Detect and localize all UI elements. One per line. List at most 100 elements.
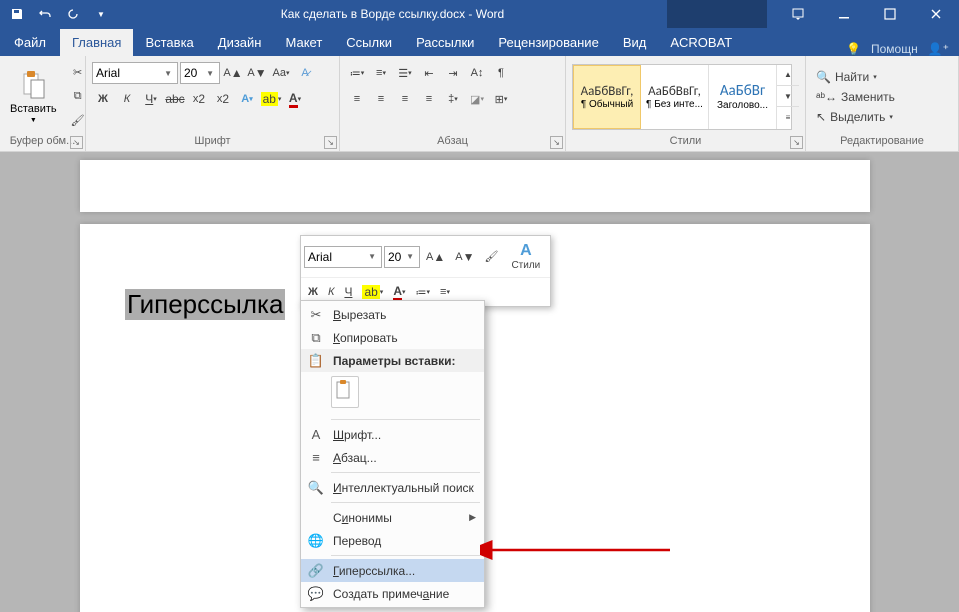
copy-icon: ⧉ xyxy=(307,329,325,347)
style-scroll-down[interactable]: ▼ xyxy=(777,86,799,107)
strikethrough-button[interactable]: abc xyxy=(164,88,186,110)
style-no-spacing[interactable]: АаБбВвГг, ¶ Без инте... xyxy=(641,65,709,129)
bold-button[interactable]: Ж xyxy=(92,88,114,110)
ctx-synonyms[interactable]: Синонимы▶ xyxy=(301,506,484,529)
borders-button[interactable]: ⊞▾ xyxy=(490,88,512,110)
bullets-button[interactable]: ≔▾ xyxy=(346,62,368,84)
ctx-hyperlink[interactable]: 🔗Гиперссылка... xyxy=(301,559,484,582)
style-normal[interactable]: АаБбВвГг, ¶ Обычный xyxy=(573,65,641,129)
tab-view[interactable]: Вид xyxy=(611,29,659,56)
show-marks-button[interactable]: ¶ xyxy=(490,62,512,84)
mini-toolbar: Arial▼ 20▼ A▲ A▼ 🖌 AСтили Ж К Ч ab▾ A▾ ≔… xyxy=(300,235,551,307)
translate-icon: 🌐 xyxy=(307,532,325,550)
font-size-combo[interactable]: 20▼ xyxy=(180,62,220,84)
paste-icon: 📋 xyxy=(307,352,325,370)
tab-insert[interactable]: Вставка xyxy=(133,29,205,56)
font-color-button[interactable]: A▾ xyxy=(284,88,306,110)
find-button[interactable]: 🔍Найти▾ xyxy=(812,68,899,86)
minimize-button[interactable] xyxy=(821,0,867,28)
replace-button[interactable]: ᵃᵇ↔Заменить xyxy=(812,88,899,106)
clear-formatting-button[interactable]: A̷ xyxy=(294,62,316,84)
align-center-button[interactable]: ≡ xyxy=(370,88,392,110)
styles-gallery[interactable]: АаБбВвГг, ¶ Обычный АаБбВвГг, ¶ Без инте… xyxy=(572,64,792,130)
mt-font-combo[interactable]: Arial▼ xyxy=(304,246,382,268)
paste-keep-source-button[interactable] xyxy=(331,376,359,408)
font-icon: A xyxy=(307,426,325,444)
tab-acrobat[interactable]: ACROBAT xyxy=(658,29,744,56)
ribbon-options-button[interactable] xyxy=(775,0,821,28)
decrease-indent-button[interactable]: ⇤ xyxy=(418,62,440,84)
separator xyxy=(331,472,480,473)
sort-button[interactable]: A↕ xyxy=(466,62,488,84)
subscript-button[interactable]: x2 xyxy=(188,88,210,110)
justify-button[interactable]: ≡ xyxy=(418,88,440,110)
group-font: Arial▼ 20▼ A▲ A▼ Aa▾ A̷ Ж К Ч▾ abc x2 x2… xyxy=(86,56,340,151)
multilevel-button[interactable]: ☰▾ xyxy=(394,62,416,84)
redo-button[interactable] xyxy=(60,2,86,26)
font-dialog-launcher[interactable]: ↘ xyxy=(324,136,337,149)
ctx-paste-options: 📋Параметры вставки: xyxy=(301,349,484,372)
styles-dialog-launcher[interactable]: ↘ xyxy=(790,136,803,149)
maximize-button[interactable] xyxy=(867,0,913,28)
numbering-button[interactable]: ≡▾ xyxy=(370,62,392,84)
ctx-cut[interactable]: ✂Вырезать xyxy=(301,303,484,326)
tab-review[interactable]: Рецензирование xyxy=(486,29,610,56)
paragraph-dialog-launcher[interactable]: ↘ xyxy=(550,136,563,149)
mt-grow-font[interactable]: A▲ xyxy=(422,246,449,268)
selected-text[interactable]: Гиперссылка xyxy=(125,289,285,320)
group-label: Буфер обм... xyxy=(6,135,79,151)
share-icon[interactable]: 👤⁺ xyxy=(928,42,949,56)
superscript-button[interactable]: x2 xyxy=(212,88,234,110)
change-case-button[interactable]: Aa▾ xyxy=(270,62,292,84)
ctx-smart-lookup[interactable]: 🔍Интеллектуальный поиск xyxy=(301,476,484,499)
ctx-paragraph[interactable]: ≡Абзац... xyxy=(301,446,484,469)
shading-button[interactable]: ◪▾ xyxy=(466,88,488,110)
search-icon: 🔍 xyxy=(307,479,325,497)
undo-button[interactable] xyxy=(32,2,58,26)
clipboard-dialog-launcher[interactable]: ↘ xyxy=(70,136,83,149)
tab-home[interactable]: Главная xyxy=(60,29,133,56)
align-left-button[interactable]: ≡ xyxy=(346,88,368,110)
mt-format-painter[interactable]: 🖌 xyxy=(480,246,502,268)
user-account-box[interactable] xyxy=(667,0,767,28)
close-button[interactable] xyxy=(913,0,959,28)
align-right-button[interactable]: ≡ xyxy=(394,88,416,110)
line-spacing-button[interactable]: ‡▾ xyxy=(442,88,464,110)
page-previous-bottom[interactable] xyxy=(80,160,870,212)
tell-me-input[interactable]: Помощн xyxy=(871,42,918,56)
qat-customize-button[interactable]: ▼ xyxy=(88,2,114,26)
mt-styles-button[interactable]: AСтили xyxy=(504,239,547,274)
tab-layout[interactable]: Макет xyxy=(273,29,334,56)
paste-button[interactable]: Вставить ▼ xyxy=(6,67,61,126)
select-button[interactable]: ↖Выделить▾ xyxy=(812,108,899,126)
tab-file[interactable]: Файл xyxy=(0,29,60,56)
ctx-paste-buttons xyxy=(301,372,484,416)
group-label: Абзац xyxy=(346,135,559,151)
ctx-copy[interactable]: ⧉Копировать xyxy=(301,326,484,349)
shrink-font-button[interactable]: A▼ xyxy=(246,62,268,84)
font-name-combo[interactable]: Arial▼ xyxy=(92,62,178,84)
highlight-button[interactable]: ab▾ xyxy=(260,88,282,110)
style-heading1[interactable]: АаБбВг Заголово... xyxy=(709,65,777,129)
style-expand[interactable]: ≡ xyxy=(777,107,799,128)
cut-icon: ✂ xyxy=(307,306,325,324)
tab-references[interactable]: Ссылки xyxy=(334,29,404,56)
save-button[interactable] xyxy=(4,2,30,26)
ctx-new-comment[interactable]: 💬Создать примечание xyxy=(301,582,484,605)
underline-button[interactable]: Ч▾ xyxy=(140,88,162,110)
italic-button[interactable]: К xyxy=(116,88,138,110)
text-effects-button[interactable]: A▾ xyxy=(236,88,258,110)
mt-shrink-font[interactable]: A▼ xyxy=(451,246,478,268)
ctx-translate[interactable]: 🌐Перевод xyxy=(301,529,484,552)
group-editing: 🔍Найти▾ ᵃᵇ↔Заменить ↖Выделить▾ Редактиро… xyxy=(806,56,959,151)
group-styles: АаБбВвГг, ¶ Обычный АаБбВвГг, ¶ Без инте… xyxy=(566,56,806,151)
tab-mailings[interactable]: Рассылки xyxy=(404,29,486,56)
mt-size-combo[interactable]: 20▼ xyxy=(384,246,420,268)
grow-font-button[interactable]: A▲ xyxy=(222,62,244,84)
tab-design[interactable]: Дизайн xyxy=(206,29,274,56)
increase-indent-button[interactable]: ⇥ xyxy=(442,62,464,84)
cursor-icon: ↖ xyxy=(816,110,826,124)
ctx-font[interactable]: AШрифт... xyxy=(301,423,484,446)
title-bar: ▼ Как сделать в Ворде ссылку.docx - Word xyxy=(0,0,959,28)
style-scroll-up[interactable]: ▲ xyxy=(777,65,799,86)
